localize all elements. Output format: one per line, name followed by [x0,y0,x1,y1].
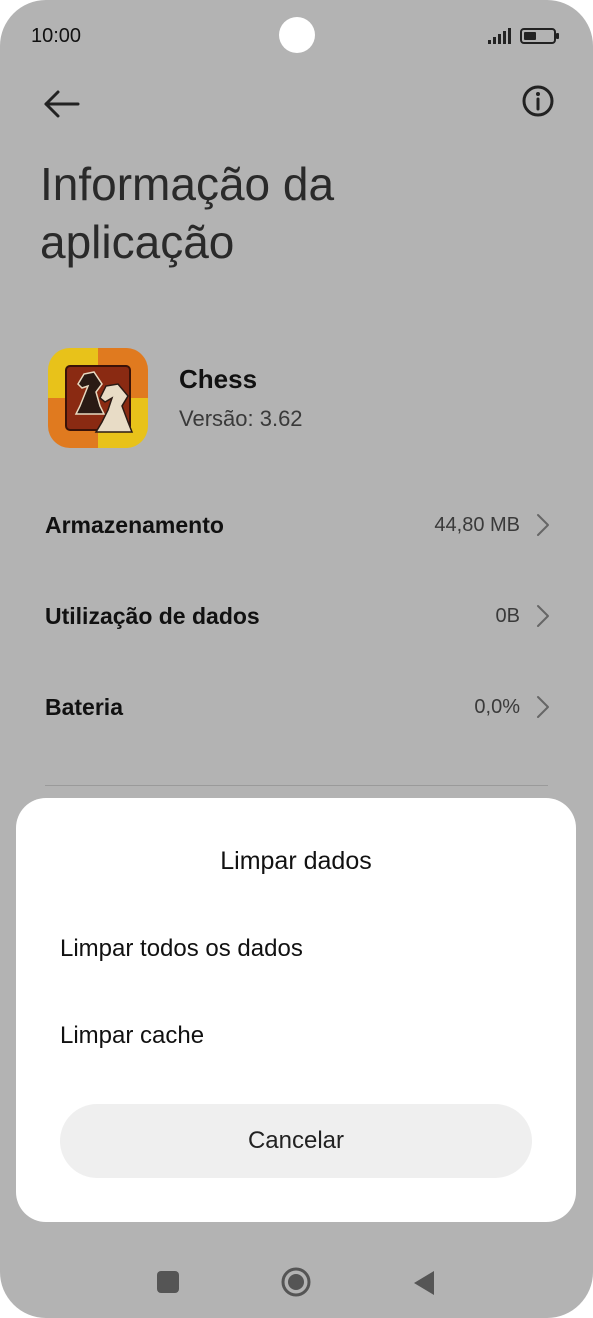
storage-row[interactable]: Armazenamento 44,80 MB [45,500,550,550]
navigation-bar [0,1250,593,1318]
chess-knights-app-icon[interactable] [48,348,148,448]
app-version: Versão: 3.62 [179,406,303,431]
battery-value: 0,0% [474,696,520,718]
camera-cutout [279,17,315,53]
cancel-button[interactable]: Cancelar [60,1104,532,1178]
dialog-title: Limpar dados [220,847,372,875]
clear-cache-option[interactable]: Limpar cache [60,1022,204,1050]
triangle-back-icon[interactable] [413,1270,435,1296]
clear-data-dialog: Limpar dados Limpar todos os dados Limpa… [16,798,576,1222]
circle-home-icon[interactable] [281,1267,311,1297]
clear-all-data-option[interactable]: Limpar todos os dados [60,935,303,963]
chevron-right-icon [537,514,549,536]
chevron-right-icon [537,696,549,718]
chevron-right-icon [537,605,549,627]
data-usage-row[interactable]: Utilização de dados 0B [45,591,550,641]
data-usage-value: 0B [495,605,520,627]
page-title: Informação da aplicação [40,158,335,268]
status-time: 10:00 [31,25,82,47]
status-bar: 10:00 [0,0,593,74]
divider [45,785,548,786]
phone-screen: 10:00 Informação da aplicação Chess Vers… [0,0,593,1318]
battery-label: Bateria [45,694,123,720]
data-usage-label: Utilização de dados [45,603,260,629]
app-name: Chess [179,364,258,394]
battery-icon [520,28,559,44]
signal-icon [488,28,511,44]
battery-row[interactable]: Bateria 0,0% [45,682,550,732]
arrow-left-icon[interactable] [40,82,84,126]
info-circle-icon[interactable] [517,80,559,122]
top-app-bar [0,74,593,134]
square-icon[interactable] [157,1271,179,1293]
storage-value: 44,80 MB [434,514,520,536]
storage-label: Armazenamento [45,512,224,538]
